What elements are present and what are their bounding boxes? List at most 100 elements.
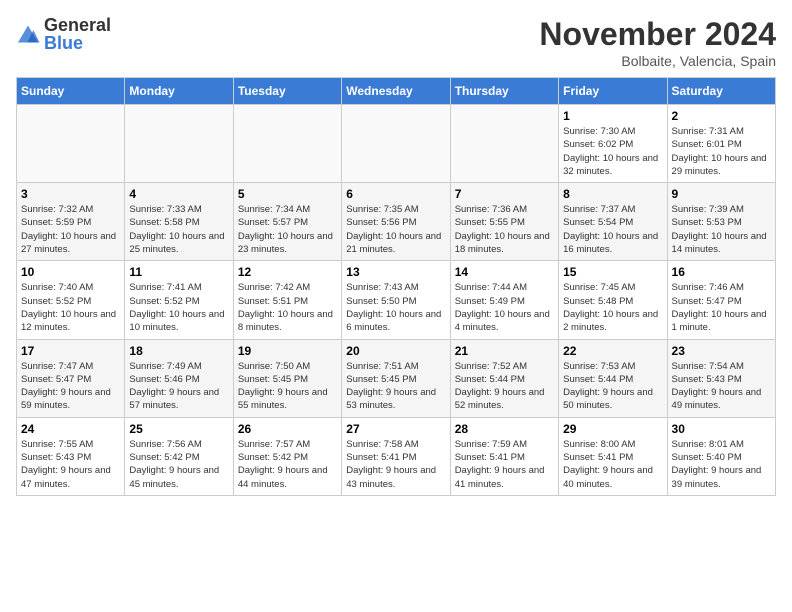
calendar-cell: 17Sunrise: 7:47 AM Sunset: 5:47 PM Dayli… xyxy=(17,339,125,417)
calendar-cell: 10 Sunrise: 7:40 AM Sunset: 5:52 PM Dayli… xyxy=(17,261,125,339)
weekday-header-cell: Friday xyxy=(559,78,667,105)
day-info: Sunrise: 7:42 AM Sunset: 5:51 PM Dayligh… xyxy=(238,281,337,334)
day-number: 27 xyxy=(346,422,445,436)
day-number: 23 xyxy=(672,344,771,358)
calendar-week-row: 24 Sunrise: 7:55 AM Sunset: 5:43 PM Dayli… xyxy=(17,417,776,495)
day-number: 4 xyxy=(129,187,228,201)
day-info: Sunrise: 7:47 AM Sunset: 5:47 PM Dayligh… xyxy=(21,360,120,413)
calendar: SundayMondayTuesdayWednesdayThursdayFrid… xyxy=(16,77,776,496)
day-number: 14 xyxy=(455,265,554,279)
title-area: November 2024 Bolbaite, Valencia, Spain xyxy=(539,16,776,69)
day-number: 5 xyxy=(238,187,337,201)
calendar-cell: 11 Sunrise: 7:41 AM Sunset: 5:52 PM Dayli… xyxy=(125,261,233,339)
day-info: Sunrise: 7:56 AM Sunset: 5:42 PM Dayligh… xyxy=(129,438,228,491)
weekday-header-cell: Monday xyxy=(125,78,233,105)
calendar-cell: 28 Sunrise: 7:59 AM Sunset: 5:41 PM Dayli… xyxy=(450,417,558,495)
calendar-cell: 5 Sunrise: 7:34 AM Sunset: 5:57 PM Daylig… xyxy=(233,183,341,261)
logo-general: General xyxy=(44,16,111,34)
day-number: 25 xyxy=(129,422,228,436)
day-number: 13 xyxy=(346,265,445,279)
day-number: 18 xyxy=(129,344,228,358)
day-number: 30 xyxy=(672,422,771,436)
day-number: 28 xyxy=(455,422,554,436)
day-info: Sunrise: 7:43 AM Sunset: 5:50 PM Dayligh… xyxy=(346,281,445,334)
month-title: November 2024 xyxy=(539,16,776,53)
weekday-header-row: SundayMondayTuesdayWednesdayThursdayFrid… xyxy=(17,78,776,105)
calendar-cell xyxy=(450,105,558,183)
calendar-cell: 27 Sunrise: 7:58 AM Sunset: 5:41 PM Dayli… xyxy=(342,417,450,495)
calendar-cell xyxy=(17,105,125,183)
calendar-cell: 2 Sunrise: 7:31 AM Sunset: 6:01 PM Daylig… xyxy=(667,105,775,183)
calendar-cell: 12 Sunrise: 7:42 AM Sunset: 5:51 PM Dayli… xyxy=(233,261,341,339)
day-number: 19 xyxy=(238,344,337,358)
calendar-cell: 29 Sunrise: 8:00 AM Sunset: 5:41 PM Dayli… xyxy=(559,417,667,495)
calendar-cell: 26 Sunrise: 7:57 AM Sunset: 5:42 PM Dayli… xyxy=(233,417,341,495)
calendar-cell: 21 Sunrise: 7:52 AM Sunset: 5:44 PM Dayli… xyxy=(450,339,558,417)
day-info: Sunrise: 7:57 AM Sunset: 5:42 PM Dayligh… xyxy=(238,438,337,491)
day-number: 6 xyxy=(346,187,445,201)
calendar-cell: 7 Sunrise: 7:36 AM Sunset: 5:55 PM Daylig… xyxy=(450,183,558,261)
weekday-header-cell: Wednesday xyxy=(342,78,450,105)
day-info: Sunrise: 7:40 AM Sunset: 5:52 PM Dayligh… xyxy=(21,281,120,334)
day-info: Sunrise: 7:41 AM Sunset: 5:52 PM Dayligh… xyxy=(129,281,228,334)
calendar-cell: 19 Sunrise: 7:50 AM Sunset: 5:45 PM Dayli… xyxy=(233,339,341,417)
day-info: Sunrise: 7:35 AM Sunset: 5:56 PM Dayligh… xyxy=(346,203,445,256)
day-info: Sunrise: 7:54 AM Sunset: 5:43 PM Dayligh… xyxy=(672,360,771,413)
calendar-cell: 1 Sunrise: 7:30 AM Sunset: 6:02 PM Daylig… xyxy=(559,105,667,183)
day-number: 7 xyxy=(455,187,554,201)
day-info: Sunrise: 7:49 AM Sunset: 5:46 PM Dayligh… xyxy=(129,360,228,413)
day-info: Sunrise: 7:32 AM Sunset: 5:59 PM Dayligh… xyxy=(21,203,120,256)
day-info: Sunrise: 7:39 AM Sunset: 5:53 PM Dayligh… xyxy=(672,203,771,256)
weekday-header-cell: Thursday xyxy=(450,78,558,105)
calendar-cell: 3 Sunrise: 7:32 AM Sunset: 5:59 PM Daylig… xyxy=(17,183,125,261)
day-info: Sunrise: 7:33 AM Sunset: 5:58 PM Dayligh… xyxy=(129,203,228,256)
calendar-cell: 22Sunrise: 7:53 AM Sunset: 5:44 PM Dayli… xyxy=(559,339,667,417)
logo-icon xyxy=(16,24,40,44)
day-number: 2 xyxy=(672,109,771,123)
day-number: 11 xyxy=(129,265,228,279)
day-info: Sunrise: 7:58 AM Sunset: 5:41 PM Dayligh… xyxy=(346,438,445,491)
day-number: 24 xyxy=(21,422,120,436)
day-number: 12 xyxy=(238,265,337,279)
day-number: 15 xyxy=(563,265,662,279)
day-info: Sunrise: 8:00 AM Sunset: 5:41 PM Dayligh… xyxy=(563,438,662,491)
location-title: Bolbaite, Valencia, Spain xyxy=(539,53,776,69)
weekday-header-cell: Saturday xyxy=(667,78,775,105)
day-number: 29 xyxy=(563,422,662,436)
day-info: Sunrise: 7:36 AM Sunset: 5:55 PM Dayligh… xyxy=(455,203,554,256)
day-number: 26 xyxy=(238,422,337,436)
day-number: 3 xyxy=(21,187,120,201)
day-info: Sunrise: 7:52 AM Sunset: 5:44 PM Dayligh… xyxy=(455,360,554,413)
day-number: 20 xyxy=(346,344,445,358)
day-number: 8 xyxy=(563,187,662,201)
header-area: General Blue November 2024 Bolbaite, Val… xyxy=(16,16,776,69)
weekday-header-cell: Sunday xyxy=(17,78,125,105)
day-info: Sunrise: 7:50 AM Sunset: 5:45 PM Dayligh… xyxy=(238,360,337,413)
day-info: Sunrise: 7:59 AM Sunset: 5:41 PM Dayligh… xyxy=(455,438,554,491)
day-number: 1 xyxy=(563,109,662,123)
weekday-header-cell: Tuesday xyxy=(233,78,341,105)
calendar-cell: 9Sunrise: 7:39 AM Sunset: 5:53 PM Daylig… xyxy=(667,183,775,261)
logo: General Blue xyxy=(16,16,111,52)
day-info: Sunrise: 7:34 AM Sunset: 5:57 PM Dayligh… xyxy=(238,203,337,256)
day-info: Sunrise: 7:46 AM Sunset: 5:47 PM Dayligh… xyxy=(672,281,771,334)
day-info: Sunrise: 7:44 AM Sunset: 5:49 PM Dayligh… xyxy=(455,281,554,334)
day-info: Sunrise: 7:55 AM Sunset: 5:43 PM Dayligh… xyxy=(21,438,120,491)
calendar-body: 1 Sunrise: 7:30 AM Sunset: 6:02 PM Daylig… xyxy=(17,105,776,496)
logo-blue: Blue xyxy=(44,34,111,52)
day-number: 16 xyxy=(672,265,771,279)
day-info: Sunrise: 7:31 AM Sunset: 6:01 PM Dayligh… xyxy=(672,125,771,178)
calendar-cell: 14 Sunrise: 7:44 AM Sunset: 5:49 PM Dayli… xyxy=(450,261,558,339)
day-info: Sunrise: 7:30 AM Sunset: 6:02 PM Dayligh… xyxy=(563,125,662,178)
day-number: 10 xyxy=(21,265,120,279)
calendar-cell: 30 Sunrise: 8:01 AM Sunset: 5:40 PM Dayli… xyxy=(667,417,775,495)
calendar-week-row: 1 Sunrise: 7:30 AM Sunset: 6:02 PM Daylig… xyxy=(17,105,776,183)
day-info: Sunrise: 8:01 AM Sunset: 5:40 PM Dayligh… xyxy=(672,438,771,491)
calendar-cell: 13 Sunrise: 7:43 AM Sunset: 5:50 PM Dayli… xyxy=(342,261,450,339)
calendar-cell: 20Sunrise: 7:51 AM Sunset: 5:45 PM Dayli… xyxy=(342,339,450,417)
calendar-week-row: 10 Sunrise: 7:40 AM Sunset: 5:52 PM Dayli… xyxy=(17,261,776,339)
calendar-week-row: 3 Sunrise: 7:32 AM Sunset: 5:59 PM Daylig… xyxy=(17,183,776,261)
day-number: 22 xyxy=(563,344,662,358)
day-number: 21 xyxy=(455,344,554,358)
calendar-cell xyxy=(125,105,233,183)
